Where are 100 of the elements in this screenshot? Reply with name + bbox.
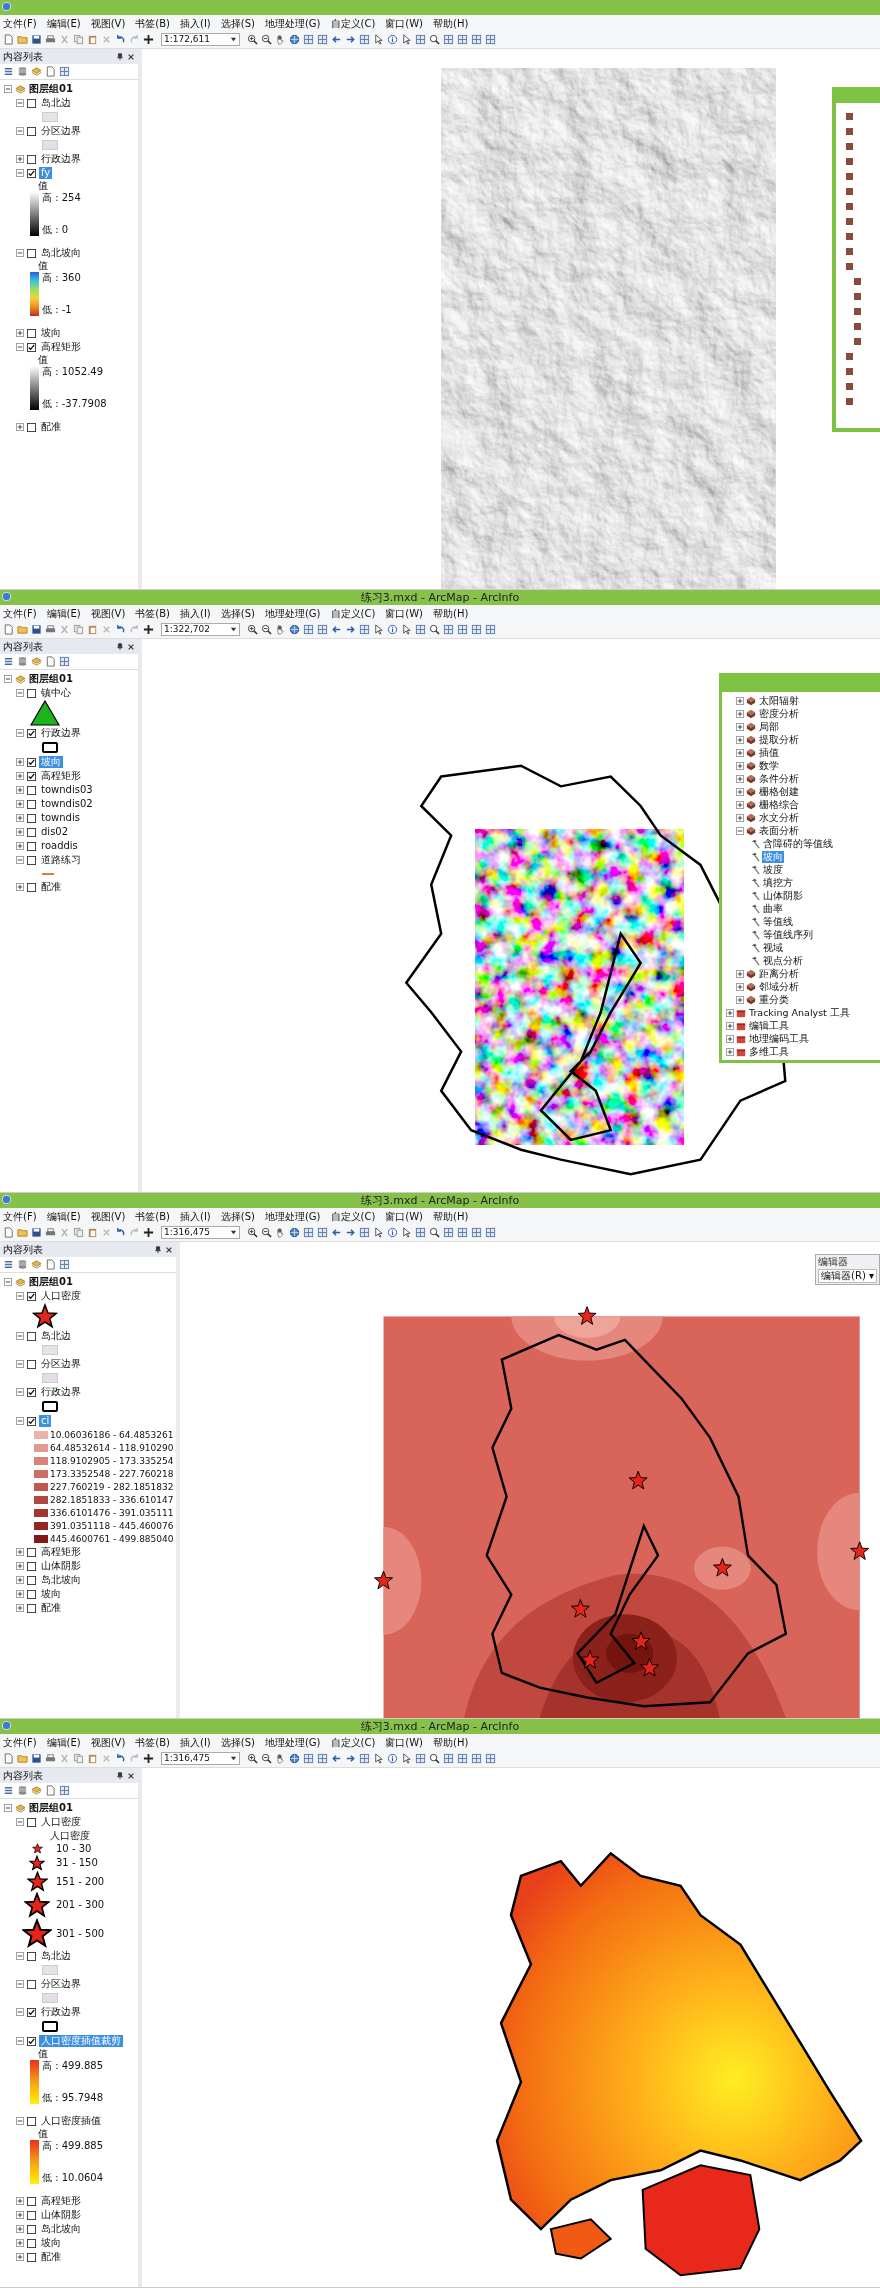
grid-icon[interactable] [303,1227,314,1238]
expander-button[interactable] [16,99,24,107]
layer-checkbox[interactable] [27,1291,36,1301]
layer-checkbox[interactable] [27,841,36,851]
list-icon[interactable] [3,66,14,77]
arrow-left-icon[interactable] [331,1227,342,1238]
document-icon[interactable] [3,624,14,635]
close-icon[interactable] [127,642,135,651]
database-icon[interactable] [17,66,28,77]
tool-item[interactable]: 等值线序列 [762,928,814,941]
expander-button[interactable] [726,1047,734,1056]
expander-button[interactable] [16,1388,24,1396]
expander-button[interactable] [16,1818,24,1826]
expander-button[interactable] [16,1292,24,1300]
grid-icon[interactable] [443,1227,454,1238]
grid-icon[interactable] [471,1227,482,1238]
layer-name[interactable]: 行政边界 [39,153,83,165]
grid-icon[interactable] [471,624,482,635]
toolbox-item[interactable]: 条件分析 [758,772,800,785]
printer-icon[interactable] [45,624,56,635]
grid-icon[interactable] [317,1753,328,1764]
layer-checkbox[interactable] [27,422,36,432]
layer-checkbox[interactable] [27,1416,36,1426]
document-icon[interactable] [45,656,56,667]
layer-name[interactable]: towndis02 [39,798,95,810]
menu-item[interactable]: 自定义(C) [330,16,376,30]
hand-icon[interactable] [275,624,286,635]
grid-icon[interactable] [359,1753,370,1764]
layer-checkbox[interactable] [27,728,36,738]
layer-checkbox[interactable] [27,771,36,781]
expander-button[interactable] [726,1008,734,1017]
grid-icon[interactable] [485,624,496,635]
grid-icon[interactable] [415,1753,426,1764]
layer-name[interactable]: 镇中心 [39,687,73,699]
expander-button[interactable] [16,786,24,794]
globe-icon[interactable] [289,34,300,45]
zoom-in-icon[interactable] [247,1753,258,1764]
expander-button[interactable] [736,774,744,783]
expander-button[interactable] [736,995,744,1004]
expander-button[interactable] [726,1034,734,1043]
expander-button[interactable] [16,772,24,780]
grid-icon[interactable] [471,34,482,45]
grid-icon[interactable] [457,34,468,45]
menu-item[interactable]: 视图(V) [90,606,126,620]
expander-button[interactable] [736,709,744,718]
layer-name[interactable]: 山体阴影 [39,1560,83,1572]
layers-icon[interactable] [31,1785,42,1796]
zoom-out-icon[interactable] [261,624,272,635]
grid-icon[interactable] [457,1753,468,1764]
layers-icon[interactable] [31,656,42,667]
menu-item[interactable]: 视图(V) [90,16,126,30]
pointer-icon[interactable] [373,1753,384,1764]
zoom-in-icon[interactable] [247,624,258,635]
expander-button[interactable] [736,982,744,991]
grid-icon[interactable] [59,1259,70,1270]
layer-name[interactable]: 行政边界 [39,2006,83,2018]
expander-button[interactable] [16,329,24,337]
expander-button[interactable] [16,2008,24,2016]
menu-item[interactable]: 选择(S) [220,606,255,620]
printer-icon[interactable] [45,1753,56,1764]
scale-field[interactable]: 1:316,475 [161,1752,240,1765]
layer-checkbox[interactable] [27,2196,36,2206]
layer-name[interactable]: 道路练习 [39,854,83,866]
menu-item[interactable]: 选择(S) [220,1209,255,1223]
tool-item[interactable]: 含障碍的等值线 [762,837,834,850]
layer-checkbox[interactable] [27,1575,36,1585]
expander-button[interactable] [736,761,744,770]
grid-icon[interactable] [415,34,426,45]
menu-item[interactable]: 编辑(E) [46,1735,81,1749]
expander-button[interactable] [16,2239,24,2247]
layer-name[interactable]: 配准 [39,1602,63,1614]
document-icon[interactable] [45,1785,56,1796]
hand-icon[interactable] [275,1227,286,1238]
expander-button[interactable] [736,800,744,809]
expander-button[interactable] [16,1332,24,1340]
pointer-icon[interactable] [373,1227,384,1238]
copy-icon[interactable] [73,624,84,635]
toolbox-item[interactable]: 地理编码工具 [748,1032,810,1045]
layer-group-label[interactable]: 图层组01 [29,672,73,686]
layer-group-label[interactable]: 图层组01 [29,1275,73,1289]
menu-item[interactable]: 选择(S) [220,1735,255,1749]
caret-icon[interactable] [230,626,237,633]
grid-icon[interactable] [443,34,454,45]
menu-item[interactable]: 窗口(W) [385,1209,423,1223]
grid-icon[interactable] [443,624,454,635]
grid-icon[interactable] [59,656,70,667]
toolbox-item[interactable]: 重分类 [758,993,790,1006]
expander-button[interactable] [4,675,12,683]
grid-icon[interactable] [59,1785,70,1796]
toolbox-item[interactable]: 多维工具 [748,1045,790,1058]
pin-icon[interactable] [116,642,124,651]
arrow-right-icon[interactable] [345,1753,356,1764]
arrow-right-icon[interactable] [345,34,356,45]
layer-checkbox[interactable] [27,2036,36,2046]
menu-item[interactable]: 地理处理(G) [264,16,321,30]
paste-icon[interactable] [87,1227,98,1238]
tool-item[interactable]: 坡度 [762,863,784,876]
grid-icon[interactable] [317,34,328,45]
pin-icon[interactable] [116,1771,124,1780]
grid-icon[interactable] [485,1227,496,1238]
